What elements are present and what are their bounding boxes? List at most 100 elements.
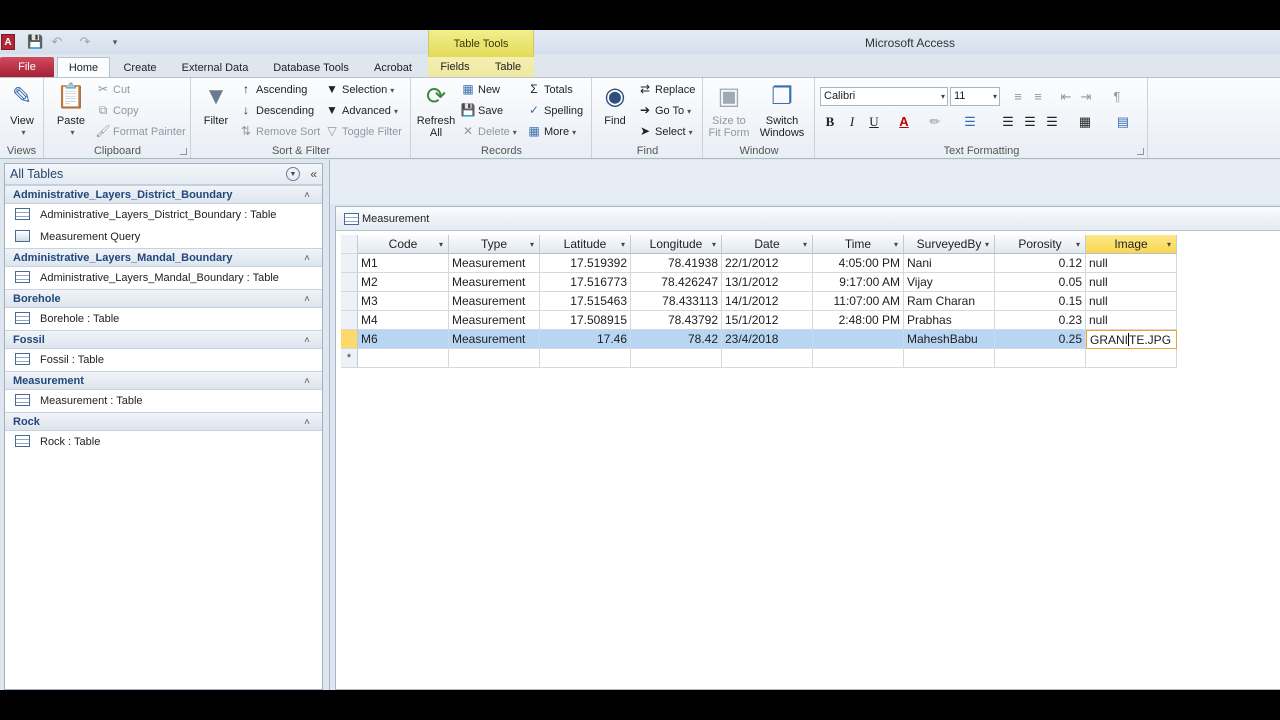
tab-external-data[interactable]: External Data <box>172 58 258 78</box>
filter-button[interactable]: ▼ Filter <box>198 81 234 127</box>
size-to-fit-form-button[interactable]: ▣ Size to Fit Form <box>706 81 752 139</box>
table-cell[interactable]: 0.25 <box>995 330 1086 349</box>
tab-table[interactable]: Table <box>482 57 534 77</box>
table-cell[interactable] <box>540 349 631 368</box>
tab-database-tools[interactable]: Database Tools <box>266 58 356 78</box>
table-cell[interactable] <box>995 349 1086 368</box>
ascending-button[interactable]: ↑ Ascending <box>238 80 307 98</box>
font-color-button[interactable]: A <box>894 112 914 132</box>
remove-sort-button[interactable]: ⇅ Remove Sort <box>238 122 320 140</box>
table-cell[interactable] <box>1086 349 1177 368</box>
nav-group-header[interactable]: Fossil ˄ <box>5 330 322 349</box>
collapse-pane-icon[interactable]: « <box>310 164 317 185</box>
table-cell[interactable]: Nani <box>904 254 995 273</box>
new-record-button[interactable]: ▦ New <box>460 80 500 98</box>
table-cell[interactable]: 0.12 <box>995 254 1086 273</box>
tab-home[interactable]: Home <box>57 57 110 78</box>
table-cell[interactable]: 4:05:00 PM <box>813 254 904 273</box>
highlight-icon[interactable]: ✏ <box>924 112 946 132</box>
table-cell[interactable]: M2 <box>358 273 449 292</box>
table-cell[interactable]: GRANITE.JPG <box>1086 330 1177 349</box>
table-cell[interactable]: null <box>1086 273 1177 292</box>
table-cell[interactable]: Measurement <box>449 273 540 292</box>
table-cell[interactable]: 17.516773 <box>540 273 631 292</box>
italic-button[interactable]: I <box>842 112 862 132</box>
cut-button[interactable]: ✂ Cut <box>95 80 130 98</box>
record-selector[interactable] <box>341 311 358 330</box>
clipboard-launcher-icon[interactable] <box>180 148 187 155</box>
table-cell[interactable]: M1 <box>358 254 449 273</box>
table-cell[interactable]: 15/1/2012 <box>722 311 813 330</box>
spelling-button[interactable]: ✓ Spelling <box>526 101 583 119</box>
select-all-corner[interactable] <box>341 235 358 254</box>
table-cell[interactable]: 78.426247 <box>631 273 722 292</box>
datasheet-tab[interactable]: Measurement <box>336 207 1280 231</box>
underline-button[interactable]: U <box>864 112 884 132</box>
table-cell[interactable] <box>722 349 813 368</box>
nav-group-header[interactable]: Borehole ˄ <box>5 289 322 308</box>
nav-object-item[interactable]: Measurement Query <box>5 226 322 248</box>
table-cell[interactable]: null <box>1086 292 1177 311</box>
column-header[interactable]: Type ▾ <box>449 235 540 254</box>
table-cell[interactable]: 0.05 <box>995 273 1086 292</box>
customize-qat-icon[interactable]: ▾ <box>110 34 120 50</box>
table-cell[interactable]: 9:17:00 AM <box>813 273 904 292</box>
record-selector[interactable] <box>341 254 358 273</box>
paste-button[interactable]: 📋 Paste ▾ <box>53 81 89 139</box>
nav-group-header[interactable]: Administrative_Layers_District_Boundary ˄ <box>5 185 322 204</box>
nav-pane-header[interactable]: All Tables ▼ « <box>5 164 322 185</box>
chevron-up-icon[interactable]: ˄ <box>304 372 310 391</box>
select-button[interactable]: ➤ Select ▾ <box>637 122 693 140</box>
align-right-icon[interactable]: ☰ <box>1042 112 1062 132</box>
column-header[interactable]: Date ▾ <box>722 235 813 254</box>
table-cell[interactable]: 78.433113 <box>631 292 722 311</box>
table-cell[interactable]: Ram Charan <box>904 292 995 311</box>
text-formatting-launcher-icon[interactable] <box>1137 148 1144 155</box>
chevron-down-icon[interactable]: ▾ <box>712 235 716 254</box>
tab-fields[interactable]: Fields <box>428 57 482 77</box>
table-cell[interactable]: 17.46 <box>540 330 631 349</box>
table-cell[interactable]: Prabhas <box>904 311 995 330</box>
record-selector[interactable] <box>341 273 358 292</box>
table-cell[interactable]: null <box>1086 254 1177 273</box>
totals-button[interactable]: Σ Totals <box>526 80 572 98</box>
table-cell[interactable]: M3 <box>358 292 449 311</box>
column-header[interactable]: Porosity ▾ <box>995 235 1086 254</box>
column-header[interactable]: Image ▾ <box>1086 235 1177 254</box>
table-cell[interactable]: 11:07:00 AM <box>813 292 904 311</box>
table-cell[interactable]: M4 <box>358 311 449 330</box>
chevron-down-icon[interactable]: ▾ <box>1076 235 1080 254</box>
table-cell[interactable] <box>904 349 995 368</box>
table-cell[interactable]: 23/4/2018 <box>722 330 813 349</box>
bullets-icon[interactable]: ≡ <box>1008 87 1028 107</box>
alternate-row-color-icon[interactable]: ▤ <box>1110 112 1136 132</box>
replace-button[interactable]: ⇄ Replace <box>637 80 695 98</box>
toggle-filter-button[interactable]: ▽ Toggle Filter <box>324 122 402 140</box>
table-cell[interactable] <box>631 349 722 368</box>
nav-object-item[interactable]: Borehole : Table <box>5 308 322 330</box>
table-cell[interactable]: Vijay <box>904 273 995 292</box>
column-header[interactable]: SurveyedBy ▾ <box>904 235 995 254</box>
column-header[interactable]: Latitude ▾ <box>540 235 631 254</box>
table-cell[interactable]: 78.41938 <box>631 254 722 273</box>
chevron-down-icon[interactable]: ▾ <box>439 235 443 254</box>
chevron-down-icon[interactable]: ▾ <box>621 235 625 254</box>
refresh-all-button[interactable]: ⟳ Refresh All <box>416 81 456 139</box>
more-button[interactable]: ▦ More ▾ <box>526 122 576 140</box>
tab-file[interactable]: File <box>0 57 54 78</box>
access-app-icon[interactable]: A <box>1 34 15 50</box>
find-button[interactable]: ◉ Find <box>597 81 633 127</box>
table-cell[interactable]: M6 <box>358 330 449 349</box>
chevron-up-icon[interactable]: ˄ <box>304 331 310 350</box>
view-button[interactable]: ✎ View ▾ <box>4 81 40 139</box>
nav-object-item[interactable]: Fossil : Table <box>5 349 322 371</box>
table-cell[interactable]: 78.43792 <box>631 311 722 330</box>
nav-object-item[interactable]: Rock : Table <box>5 431 322 453</box>
font-size-select[interactable]: 11 ▾ <box>950 87 1000 106</box>
table-cell[interactable]: 0.15 <box>995 292 1086 311</box>
table-cell[interactable] <box>813 349 904 368</box>
format-painter-button[interactable]: 🖌 Format Painter <box>95 122 185 140</box>
chevron-up-icon[interactable]: ˄ <box>304 249 310 268</box>
nav-group-header[interactable]: Rock ˄ <box>5 412 322 431</box>
table-cell[interactable]: null <box>1086 311 1177 330</box>
